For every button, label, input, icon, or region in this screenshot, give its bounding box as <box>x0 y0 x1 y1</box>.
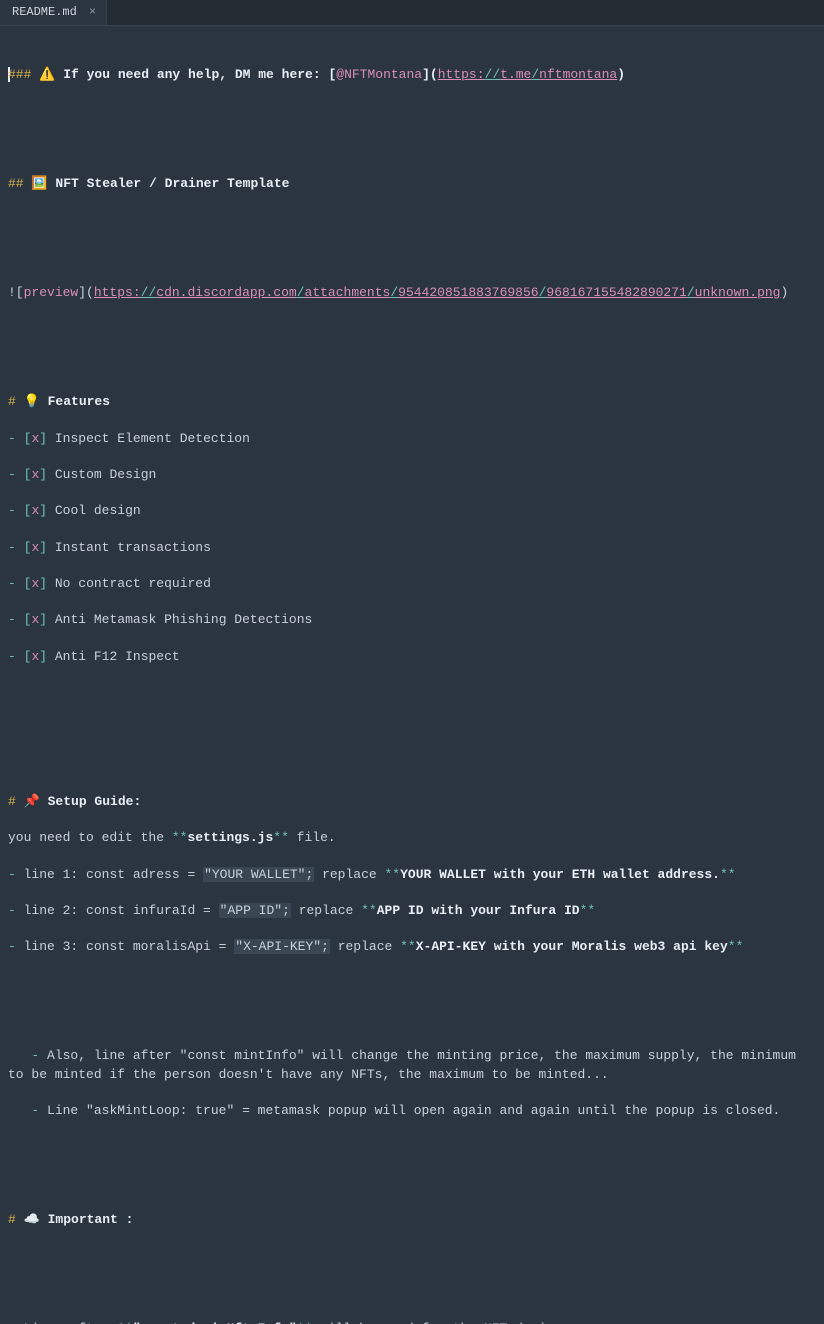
editor-body[interactable]: ### ⚠️ If you need any help, DM me here:… <box>0 26 824 1324</box>
heading-help: ### ⚠️ If you need any help, DM me here:… <box>8 66 816 84</box>
heading-setup: # 📌 Setup Guide: <box>8 793 816 811</box>
feature-item: - [x] Anti Metamask Phishing Detections <box>8 611 816 629</box>
image-link-preview: ![preview](https://cdn.discordapp.com/at… <box>8 284 816 302</box>
important-item: - Lines after **"const drainNftsInfo"** … <box>8 1320 816 1324</box>
setup-note: - Line "askMintLoop: true" = metamask po… <box>8 1102 816 1120</box>
warning-icon: ⚠️ <box>39 67 55 82</box>
feature-item: - [x] Instant transactions <box>8 539 816 557</box>
heading-important: # ☁️ Important : <box>8 1211 816 1229</box>
cloud-icon: ☁️ <box>24 1212 40 1227</box>
heading-features: # 💡 Features <box>8 393 816 411</box>
feature-item: - [x] Cool design <box>8 502 816 520</box>
setup-line-1: - line 1: const adress = "YOUR WALLET"; … <box>8 866 816 884</box>
setup-intro: you need to edit the **settings.js** fil… <box>8 829 816 847</box>
close-icon[interactable]: × <box>87 4 98 21</box>
file-tab-readme[interactable]: README.md × <box>0 0 107 25</box>
heading-title: ## 🖼️ NFT Stealer / Drainer Template <box>8 175 816 193</box>
feature-item: - [x] Custom Design <box>8 466 816 484</box>
bulb-icon: 💡 <box>24 394 40 409</box>
setup-line-3: - line 3: const moralisApi = "X-API-KEY"… <box>8 938 816 956</box>
feature-item: - [x] Inspect Element Detection <box>8 430 816 448</box>
tab-title: README.md <box>12 4 77 21</box>
pin-icon: 📌 <box>24 794 40 809</box>
picture-icon: 🖼️ <box>31 176 47 191</box>
setup-note: - Also, line after "const mintInfo" will… <box>8 1047 816 1083</box>
feature-item: - [x] No contract required <box>8 575 816 593</box>
tab-bar: README.md × <box>0 0 824 26</box>
feature-item: - [x] Anti F12 Inspect <box>8 648 816 666</box>
setup-line-2: - line 2: const infuraId = "APP ID"; rep… <box>8 902 816 920</box>
